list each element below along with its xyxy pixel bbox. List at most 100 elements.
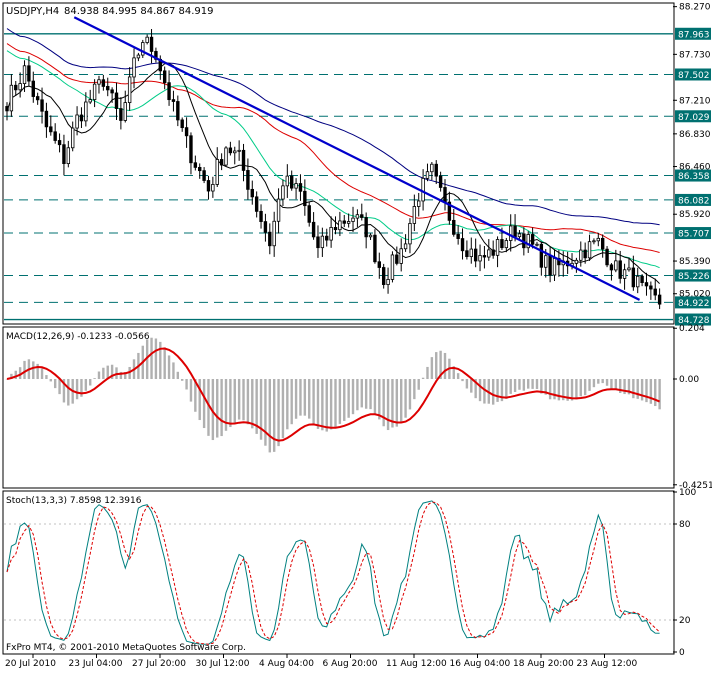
candle-body <box>333 227 338 231</box>
candle-body <box>35 96 40 101</box>
time-tick-label: 30 Jul 12:00 <box>196 659 250 669</box>
macd-bar <box>229 379 232 428</box>
macd-bar <box>45 375 48 380</box>
candle-body <box>268 231 272 247</box>
macd-bar <box>67 379 70 406</box>
macd-bar <box>53 379 57 389</box>
candle-body <box>469 248 473 258</box>
candle-body <box>430 163 434 173</box>
price-tick-label: 86.830 <box>679 130 711 140</box>
candle-body <box>289 175 294 189</box>
level-label: 87.963 <box>678 30 710 40</box>
macd-bar <box>167 355 171 380</box>
candle-body <box>263 221 268 233</box>
macd-bar <box>185 379 188 390</box>
candle-body <box>75 114 79 129</box>
candle-body <box>622 269 627 279</box>
macd-bar <box>308 379 311 419</box>
macd-bar <box>23 360 26 380</box>
macd-bar <box>198 379 201 421</box>
candle-body <box>373 234 377 263</box>
candle-body <box>233 150 237 154</box>
macd-bar <box>382 379 385 427</box>
candle-body <box>452 219 456 235</box>
candle-body <box>84 101 88 122</box>
candle-body <box>417 200 421 207</box>
candle-body <box>346 221 351 224</box>
macd-bar <box>478 379 482 402</box>
candle-body <box>434 163 438 177</box>
macd-bar <box>290 379 293 425</box>
macd-bar <box>360 379 363 408</box>
candle-body <box>79 114 84 122</box>
macd-bar <box>395 379 399 427</box>
candle-body <box>583 249 587 259</box>
candle-body <box>180 119 184 129</box>
macd-bar <box>84 379 88 391</box>
candle-body <box>364 217 368 238</box>
candle-body <box>224 147 228 166</box>
macd-bar <box>102 367 105 380</box>
macd-bar <box>347 379 350 418</box>
candle-body <box>320 235 325 249</box>
price-tick-label: 87.730 <box>679 50 711 60</box>
candle-body <box>5 106 9 112</box>
candle-body <box>92 83 97 100</box>
copyright: FxPro MT4, © 2001-2010 MetaQuotes Softwa… <box>6 643 246 653</box>
macd-bar <box>426 366 429 380</box>
candle-body <box>184 127 189 137</box>
macd-bar <box>154 338 158 380</box>
candle-body <box>53 131 57 141</box>
time-tick-label: 23 Aug 12:00 <box>577 659 638 669</box>
macd-bar <box>496 379 499 402</box>
macd-bar <box>548 379 552 400</box>
candle-body <box>106 86 110 91</box>
macd-bar <box>597 379 600 384</box>
candle-body <box>303 190 307 207</box>
candle-body <box>307 205 311 223</box>
macd-bar <box>579 379 582 397</box>
macd-bar <box>75 379 79 400</box>
level-label: 84.922 <box>678 299 710 309</box>
candle-body <box>285 175 290 187</box>
macd-bar <box>49 379 52 382</box>
macd-bar <box>583 379 587 396</box>
candle-body <box>465 250 469 258</box>
candle-body <box>215 159 219 185</box>
candle-body <box>657 294 662 305</box>
macd-bar <box>343 379 346 421</box>
macd-bar <box>522 379 526 391</box>
macd-bar <box>592 379 596 388</box>
candle-body <box>500 239 504 249</box>
time-tick-label: 11 Aug 12:00 <box>386 659 447 669</box>
candle-body <box>360 214 364 218</box>
candle-body <box>627 267 631 271</box>
macd-bar <box>268 379 271 453</box>
candle-body <box>127 76 132 104</box>
macd-bar <box>413 379 416 400</box>
macd-bar <box>513 379 517 392</box>
macd-bar <box>636 379 639 399</box>
candle-body <box>386 279 390 285</box>
candle-body <box>579 249 583 261</box>
macd-bar <box>553 379 556 400</box>
candle-body <box>162 70 167 84</box>
macd-tick-label: 0.00 <box>679 375 699 385</box>
macd-bar <box>614 379 618 390</box>
candle-body <box>456 233 460 239</box>
candle-body <box>395 254 399 264</box>
time-tick-label: 16 Aug 04:00 <box>450 659 511 669</box>
candle-body <box>9 84 14 112</box>
candle-body <box>412 206 417 224</box>
candle-body <box>259 210 263 222</box>
macd-bar <box>277 379 280 447</box>
candle-body <box>355 214 360 219</box>
candle-body <box>206 180 211 192</box>
candle-body <box>66 147 71 164</box>
macd-bar <box>430 357 434 380</box>
candle-body <box>281 185 285 200</box>
candle-body <box>31 80 35 97</box>
candle-body <box>377 261 381 268</box>
candle-body <box>298 183 303 192</box>
macd-bar <box>159 341 162 380</box>
